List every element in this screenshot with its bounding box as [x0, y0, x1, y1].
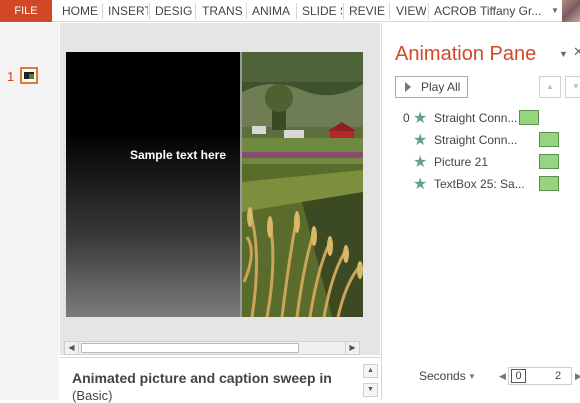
tab-animations[interactable]: ANIMA	[248, 0, 294, 22]
timeline-left-icon[interactable]: ◀	[499, 371, 506, 382]
slide-thumbnails-panel: 1	[0, 23, 59, 400]
timeline-right-icon[interactable]: ▶	[575, 371, 580, 382]
timeline-start: 0	[511, 369, 526, 383]
timeline-ruler[interactable]: 0 2	[508, 367, 572, 385]
play-all-button[interactable]: Play All	[395, 76, 468, 98]
animation-item[interactable]: ★ Picture 21	[382, 151, 580, 173]
picture[interactable]	[242, 52, 363, 317]
animation-pane: Animation Pane ▼ ✕ Play All ▲ ▼ 0 ★ Stra…	[381, 23, 580, 400]
gradient-panel	[66, 52, 240, 317]
field-photo	[242, 52, 363, 317]
item-label: Straight Conn...	[434, 111, 518, 125]
tab-divider	[195, 3, 196, 19]
tab-transitions[interactable]: TRANS	[198, 0, 244, 22]
star-icon: ★	[413, 176, 428, 193]
tab-divider	[102, 3, 103, 19]
tab-review[interactable]: REVIE	[345, 0, 387, 22]
chevron-down-icon[interactable]: ▼	[468, 372, 476, 381]
tab-insert[interactable]: INSERT	[104, 0, 148, 22]
item-label: TextBox 25: Sa...	[434, 177, 525, 191]
timing-bar[interactable]	[519, 110, 539, 125]
move-up-button[interactable]: ▲	[539, 76, 561, 98]
scroll-left-icon[interactable]: ◀	[65, 342, 79, 354]
timing-bar[interactable]	[539, 132, 559, 147]
tab-divider	[343, 3, 344, 19]
animation-item[interactable]: 0 ★ Straight Conn...	[382, 107, 580, 129]
timeline-end: 2	[555, 370, 562, 382]
notes-subtitle: (Basic)	[72, 388, 113, 403]
seconds-dropdown[interactable]: Seconds	[419, 369, 466, 383]
notes-title: Animated picture and caption sweep in	[72, 370, 332, 386]
slide-number: 1	[7, 69, 15, 84]
pane-options-icon[interactable]: ▼	[559, 49, 568, 59]
tab-file[interactable]: FILE	[0, 0, 52, 22]
star-icon: ★	[413, 110, 428, 127]
play-icon	[405, 82, 411, 92]
tab-divider	[389, 3, 390, 19]
item-label: Picture 21	[434, 155, 489, 169]
tab-divider	[246, 3, 247, 19]
item-label: Straight Conn...	[434, 133, 518, 147]
scroll-down-icon[interactable]: ▼	[363, 383, 378, 397]
tab-divider	[296, 3, 297, 19]
tab-divider	[149, 3, 150, 19]
move-down-button[interactable]: ▼	[565, 76, 580, 98]
tab-divider	[428, 3, 429, 19]
animation-item[interactable]: ★ TextBox 25: Sa...	[382, 173, 580, 195]
close-icon[interactable]: ✕	[573, 44, 580, 60]
chevron-down-icon[interactable]: ▼	[551, 0, 559, 22]
tab-slide-show[interactable]: SLIDE S	[298, 0, 342, 22]
scroll-up-icon[interactable]: ▲	[363, 364, 378, 378]
thumbnail-preview-photo	[29, 74, 34, 79]
caption-textbox[interactable]: Sample text here	[66, 148, 240, 162]
tab-view[interactable]: VIEW	[392, 0, 426, 22]
tab-design[interactable]: DESIG	[151, 0, 193, 22]
tab-home[interactable]: HOME	[58, 0, 102, 22]
avatar[interactable]	[562, 0, 580, 22]
ribbon-tabs: FILE HOME INSERT DESIG TRANS ANIMA SLIDE…	[0, 0, 580, 22]
scrollbar-thumb[interactable]	[81, 343, 299, 353]
notes-pane[interactable]: Animated picture and caption sweep in (B…	[60, 357, 380, 403]
user-name[interactable]: Tiffany Gr...	[480, 0, 541, 22]
scroll-right-icon[interactable]: ▶	[345, 342, 359, 354]
play-all-label: Play All	[421, 80, 461, 94]
slide-canvas[interactable]: Sample text here	[66, 52, 363, 317]
star-icon: ★	[413, 154, 428, 171]
animation-item[interactable]: ★ Straight Conn...	[382, 129, 580, 151]
timing-bar[interactable]	[539, 176, 559, 191]
horizontal-scrollbar[interactable]: ◀ ▶	[64, 341, 360, 355]
pane-title: Animation Pane	[395, 43, 537, 65]
slide-thumbnail[interactable]	[20, 67, 38, 84]
item-number: 0	[403, 111, 410, 125]
star-icon: ★	[413, 132, 428, 149]
timing-bar[interactable]	[539, 154, 559, 169]
tab-acrobat[interactable]: ACROB	[430, 0, 476, 22]
slide-editor: Sample text here ◀ ▶	[60, 23, 380, 355]
